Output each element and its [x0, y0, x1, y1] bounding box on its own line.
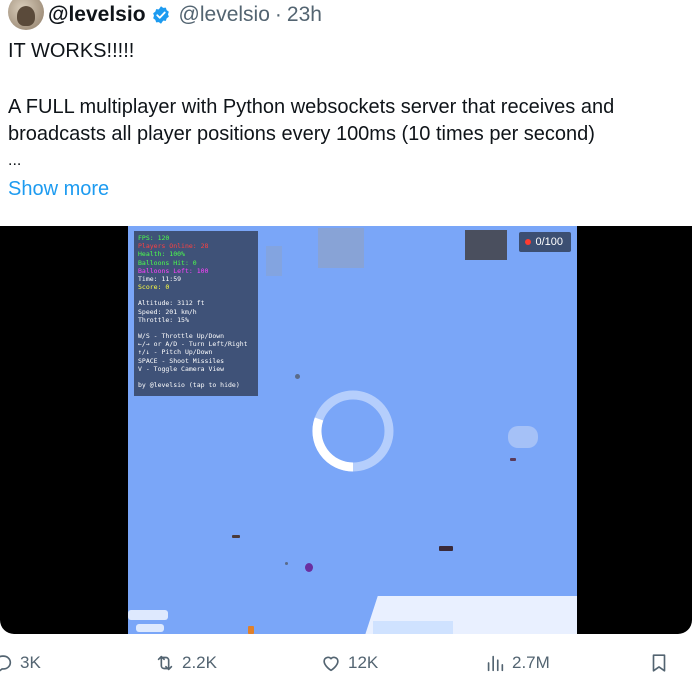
game-hud[interactable]: FPS: 120 Players Online: 28 Health: 100%…: [134, 231, 258, 396]
repost-count: 2.2K: [182, 653, 217, 672]
tweet-media-video[interactable]: FPS: 120 Players Online: 28 Health: 100%…: [0, 226, 692, 634]
like-icon: [323, 656, 339, 672]
views-count: 2.7M: [512, 653, 550, 672]
distant-object: [248, 626, 254, 634]
views-icon: [487, 655, 504, 672]
small-cloud: [136, 624, 164, 632]
voxel-cloud: [318, 228, 364, 268]
hud-throttle: Throttle: 15%: [138, 315, 189, 324]
hud-control-camera: V - Toggle Camera View: [138, 364, 225, 373]
hud-balloons-hit: Balloons Hit: 0: [138, 258, 197, 267]
timestamp[interactable]: 23h: [287, 3, 322, 27]
tweet-text-line-1: IT WORKS!!!!!: [8, 40, 135, 62]
repost-icon: [157, 655, 173, 671]
hud-health: Health: 100%: [138, 250, 185, 259]
hud-score: Score: 0: [138, 283, 170, 292]
author-name[interactable]: @levelsio: [48, 3, 146, 27]
hud-control-throttle: W/S - Throttle Up/Down: [138, 332, 225, 341]
tweet-text-line-2: A FULL multiplayer with Python websocket…: [8, 96, 615, 118]
hud-time: Time: 11:59: [138, 275, 182, 284]
other-player-plane: [439, 546, 453, 551]
hud-altitude: Altitude: 3112 ft: [138, 299, 205, 308]
like-button[interactable]: 12K: [320, 652, 378, 674]
voxel-cloud: [266, 246, 282, 276]
tweet-header: @levelsio @levelsio · 23h: [48, 2, 322, 28]
tweet-text-ellipsis: ...: [8, 152, 22, 169]
other-player-plane: [232, 535, 240, 538]
balloon-counter: 0/100: [519, 232, 571, 252]
small-cloud: [128, 610, 168, 620]
author-handle[interactable]: @levelsio: [179, 3, 270, 27]
other-player-plane: [510, 458, 516, 461]
hud-fps: FPS: 120: [138, 234, 170, 242]
repost-button[interactable]: 2.2K: [154, 652, 217, 674]
balloon-counter-value: 0/100: [535, 236, 563, 248]
distant-object: [285, 562, 288, 565]
show-more-link[interactable]: Show more: [8, 178, 109, 201]
avatar[interactable]: [8, 0, 44, 30]
hud-balloons-left: Balloons Left: 100: [138, 266, 209, 275]
tweet-text-line-3: broadcasts all player positions every 10…: [8, 123, 595, 145]
verified-icon: [152, 6, 169, 24]
bookmark-button[interactable]: [648, 652, 670, 674]
voxel-building: [465, 230, 507, 260]
game-viewport[interactable]: FPS: 120 Players Online: 28 Health: 100%…: [128, 226, 577, 634]
small-cloud: [508, 426, 538, 448]
hud-footer[interactable]: by @levelsio (tap to hide): [138, 381, 254, 389]
separator-dot: ·: [274, 3, 282, 26]
tweet-actions: 3K 2.2K 12K 2.7M: [0, 652, 692, 680]
hud-control-shoot: SPACE - Shoot Missiles: [138, 356, 225, 365]
bookmark-icon: [652, 654, 666, 672]
ground-cloud: [373, 621, 453, 634]
hud-control-pitch: ↑/↓ - Pitch Up/Down: [138, 348, 213, 357]
like-count: 12K: [348, 653, 379, 672]
balloon: [305, 563, 313, 572]
distant-object: [295, 374, 300, 379]
reply-count: 3K: [20, 653, 41, 672]
hud-players-online: Players Online: 28: [138, 242, 209, 251]
reply-button[interactable]: 3K: [0, 652, 41, 674]
views-button[interactable]: 2.7M: [484, 652, 550, 674]
balloon-icon: [525, 239, 532, 245]
hud-speed: Speed: 201 km/h: [138, 307, 197, 316]
reply-icon: [0, 655, 12, 672]
hud-control-turn: ←/→ or A/D - Turn Left/Right: [138, 340, 248, 349]
loading-spinner-icon: [312, 390, 394, 472]
